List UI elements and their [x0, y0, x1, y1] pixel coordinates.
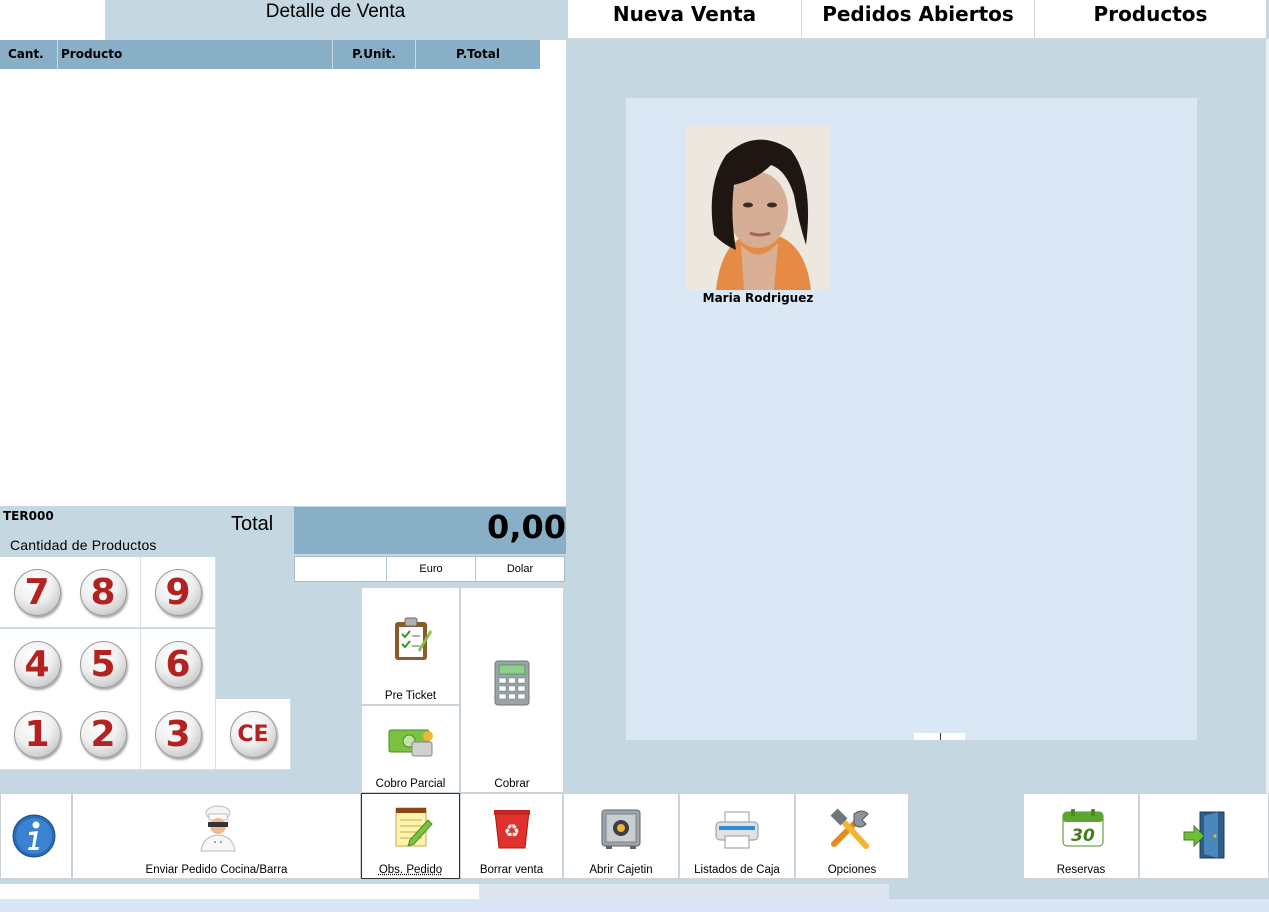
cobro-parcial-label: Cobro Parcial — [375, 778, 446, 790]
recycle-bin-icon: ♻ — [494, 810, 530, 849]
listados-caja-button[interactable]: Listados de Caja — [679, 793, 795, 879]
enviar-pedido-label: Enviar Pedido Cocina/Barra — [145, 864, 288, 876]
info-icon — [12, 814, 56, 858]
key-6-label: 6 — [154, 640, 202, 688]
status-bar-left — [0, 884, 479, 899]
currency-euro[interactable]: Euro — [386, 557, 475, 581]
terminal-id: TER000 — [3, 509, 54, 523]
key-9-label: 9 — [154, 568, 202, 616]
abrir-cajetin-button[interactable]: Abrir Cajetin — [563, 793, 679, 879]
panel-pager-divider — [940, 733, 941, 740]
key-ce-label: CE — [229, 710, 277, 758]
calendar-day: 30 — [1071, 826, 1095, 846]
key-1[interactable]: 1 — [0, 699, 75, 770]
pre-ticket-button[interactable]: Pre Ticket — [361, 587, 460, 705]
tab-nueva-venta[interactable]: Nueva Venta — [567, 0, 801, 39]
cobro-parcial-button[interactable]: Cobro Parcial — [361, 705, 460, 793]
calendar-icon: 30 — [1062, 809, 1104, 847]
key-8-label: 8 — [79, 568, 127, 616]
enviar-pedido-button[interactable]: Enviar Pedido Cocina/Barra — [72, 793, 361, 879]
total-label: Total — [231, 513, 274, 535]
key-4-label: 4 — [13, 640, 61, 688]
key-5-label: 5 — [79, 640, 127, 688]
borrar-venta-button[interactable]: ♻ Borrar venta — [460, 793, 563, 879]
key-3-label: 3 — [154, 710, 202, 758]
currency-default[interactable] — [295, 557, 386, 581]
cobrar-label: Cobrar — [494, 778, 530, 790]
key-7-label: 7 — [13, 568, 61, 616]
column-producto[interactable]: Producto — [58, 40, 333, 69]
key-3[interactable]: 3 — [141, 699, 216, 770]
waiter-photo-avatar — [686, 125, 830, 290]
obs-pedido-button[interactable]: Obs. Pedido — [361, 793, 460, 879]
product-quantity-label: Cantidad de Productos — [10, 537, 157, 553]
notepad-pencil-icon — [395, 807, 433, 847]
safe-icon — [601, 809, 641, 849]
order-detail-list[interactable] — [0, 0, 566, 506]
borrar-venta-label: Borrar venta — [479, 864, 544, 876]
currency-dolar[interactable]: Dolar — [475, 557, 564, 581]
printer-icon — [715, 811, 759, 849]
column-cant[interactable]: Cant. — [0, 40, 58, 69]
window-bottom-strip — [0, 899, 1269, 912]
key-8[interactable]: 8 — [66, 557, 141, 628]
clipboard-icon — [395, 617, 432, 660]
key-7[interactable]: 7 — [0, 557, 75, 628]
calculator-icon — [494, 660, 530, 706]
cash-icon — [388, 729, 433, 757]
key-5[interactable]: 5 — [66, 629, 141, 700]
key-4[interactable]: 4 — [0, 629, 75, 700]
tab-productos[interactable]: Productos — [1034, 0, 1266, 39]
listados-caja-label: Listados de Caja — [694, 864, 780, 876]
opciones-button[interactable]: Opciones — [795, 793, 909, 879]
chef-icon — [200, 805, 236, 852]
svg-text:♻: ♻ — [504, 821, 520, 842]
exit-door-icon — [1183, 811, 1225, 859]
key-2-label: 2 — [79, 710, 127, 758]
tab-pedidos-abiertos[interactable]: Pedidos Abiertos — [801, 0, 1034, 39]
waiter-card[interactable] — [686, 125, 830, 295]
key-1-label: 1 — [13, 710, 61, 758]
status-bar-right — [479, 884, 889, 899]
abrir-cajetin-label: Abrir Cajetin — [589, 864, 653, 876]
pre-ticket-label: Pre Ticket — [384, 690, 437, 702]
total-amount: 0,00 — [294, 507, 566, 554]
reservas-label: Reservas — [1056, 864, 1106, 876]
key-9[interactable]: 9 — [141, 557, 216, 628]
key-2[interactable]: 2 — [66, 699, 141, 770]
opciones-label: Opciones — [827, 864, 877, 876]
tools-icon — [830, 808, 869, 849]
column-ptotal[interactable]: P.Total — [416, 40, 540, 69]
reservas-button[interactable]: 30 Reservas — [1023, 793, 1139, 879]
cobrar-button[interactable]: Cobrar — [460, 587, 564, 793]
info-button[interactable] — [0, 793, 72, 879]
key-6[interactable]: 6 — [141, 629, 216, 700]
key-clear-entry[interactable]: CE — [216, 699, 291, 770]
waiter-name[interactable]: Maria Rodriguez — [686, 291, 830, 305]
detail-table-header: Cant. Producto P.Unit. P.Total — [0, 40, 540, 69]
column-punit[interactable]: P.Unit. — [333, 40, 416, 69]
currency-selector: Euro Dolar — [294, 556, 565, 582]
exit-button[interactable] — [1139, 793, 1269, 879]
detail-title: Detalle de Venta — [105, 0, 566, 40]
obs-pedido-label: Obs. Pedido — [378, 864, 443, 876]
